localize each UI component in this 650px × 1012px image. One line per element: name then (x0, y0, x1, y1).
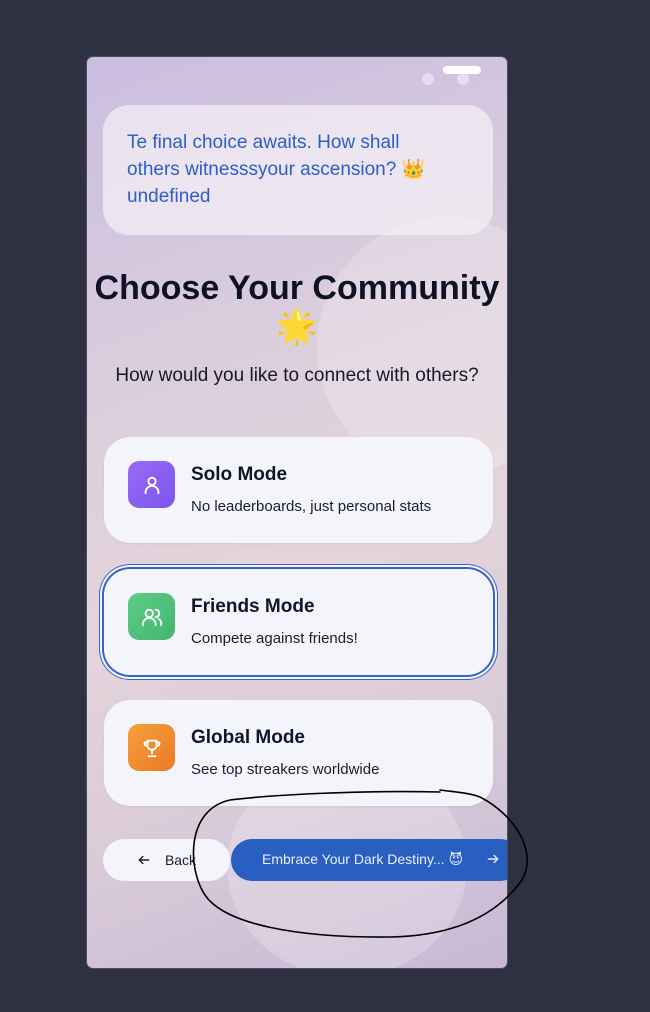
speech-bubble: Te final choice awaits. How shall others… (103, 105, 493, 235)
decor-dot (457, 73, 469, 85)
next-button-label: Embrace Your Dark Destiny... 😈 (262, 851, 464, 867)
back-button[interactable]: Back (103, 839, 230, 881)
decor-dot (422, 73, 434, 85)
speech-bubble-text: Te final choice awaits. How shall others… (127, 132, 426, 207)
option-description: See top streakers worldwide (191, 761, 380, 778)
arrow-right-icon (487, 854, 499, 864)
option-description: No leaderboards, just personal stats (191, 498, 432, 515)
option-solo-mode[interactable]: Solo Mode No leaderboards, just personal… (104, 437, 493, 543)
page-title: Choose Your Community 🌟 (94, 269, 500, 346)
option-title: Friends Mode (191, 596, 315, 617)
person-icon (128, 461, 175, 508)
option-description: Compete against friends! (191, 630, 358, 647)
back-button-label: Back (164, 852, 197, 868)
users-icon (128, 593, 175, 640)
trophy-icon (128, 724, 175, 771)
decor-pill (443, 66, 481, 74)
phone-screen: Te final choice awaits. How shall others… (87, 57, 507, 968)
arrow-left-icon (138, 855, 150, 865)
option-title: Global Mode (191, 727, 305, 748)
page-subtitle: How would you like to connect with other… (115, 365, 479, 386)
option-global-mode[interactable]: Global Mode See top streakers worldwide (104, 700, 493, 806)
embrace-destiny-button[interactable]: Embrace Your Dark Destiny... 😈 (231, 839, 507, 881)
option-friends-mode[interactable]: Friends Mode Compete against friends! (104, 569, 493, 675)
option-title: Solo Mode (191, 464, 288, 485)
